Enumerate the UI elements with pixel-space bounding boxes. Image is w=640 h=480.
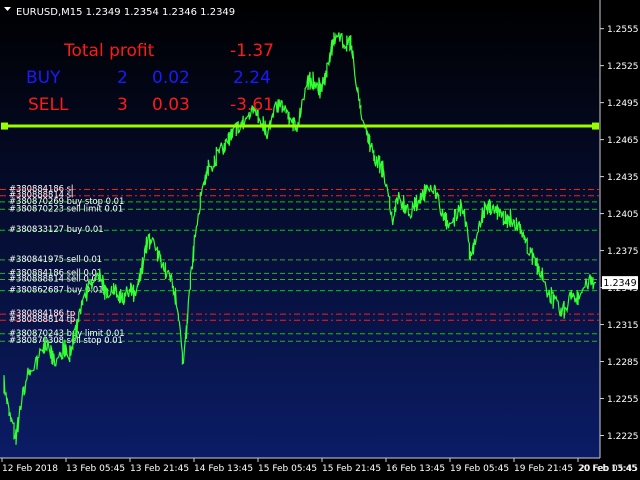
x-tick-label: 13 Feb 21:45 — [130, 464, 189, 474]
order-line-label: #380888814 tp — [9, 314, 75, 324]
order-line-label: #380833127 buy 0.01 — [9, 224, 104, 234]
symbol-title: EURUSD,M15 1.2349 1.2354 1.2346 1.2349 — [16, 7, 235, 18]
buy-lots: 0.02 — [152, 68, 190, 88]
y-tick-label: 1.2555 — [607, 25, 639, 35]
x-tick-label: 16 Feb 13:45 — [386, 464, 445, 474]
order-line-label: #380870223 sell limit 0.01 — [9, 203, 123, 213]
y-tick-label: 1.2525 — [607, 62, 639, 72]
y-tick-label: 1.2315 — [607, 321, 639, 331]
total-profit-value: -1.37 — [230, 41, 274, 61]
order-line-label: #380862687 buy 0.01 — [9, 285, 104, 295]
x-tick-label: 20 Feb 05:45 — [579, 464, 638, 474]
sell-label: SELL — [28, 95, 69, 115]
hline-handle-right[interactable] — [592, 122, 599, 130]
x-tick-label: 15 Feb 21:45 — [322, 464, 381, 474]
y-tick-label: 1.2285 — [607, 358, 639, 368]
x-tick-label: 12 Feb 2018 — [2, 464, 58, 474]
sell-profit: -3.61 — [230, 95, 274, 115]
y-tick-label: 1.2495 — [607, 99, 639, 109]
x-tick-label: 14 Feb 13:45 — [194, 464, 253, 474]
order-line-label: #380841975 sell 0.01 — [9, 254, 102, 264]
y-tick-label: 1.2465 — [607, 136, 639, 146]
x-tick-label: 13 Feb 05:45 — [66, 464, 125, 474]
current-price-marker: 1.2349 — [602, 276, 638, 290]
total-profit-label: Total profit — [63, 41, 155, 61]
buy-profit: 2.24 — [233, 68, 271, 88]
buy-label: BUY — [26, 68, 61, 88]
x-tick-label: 15 Feb 05:45 — [258, 464, 317, 474]
y-tick-label: 1.2225 — [607, 432, 639, 442]
buy-count: 2 — [117, 68, 128, 88]
y-tick-label: 1.2375 — [607, 247, 639, 257]
order-line-label: #380870308 sell stop 0.01 — [9, 335, 123, 345]
x-tick-label: 19 Feb 05:45 — [450, 464, 509, 474]
hline-handle-left[interactable] — [1, 122, 8, 130]
sell-lots: 0.03 — [152, 95, 190, 115]
current-price-label: 1.2349 — [603, 278, 636, 289]
y-tick-label: 1.2435 — [607, 173, 639, 183]
x-tick-label: 19 Feb 21:45 — [514, 464, 573, 474]
price-chart[interactable]: #380884186 sl#380888814 sl#380870269 buy… — [0, 0, 640, 480]
y-tick-label: 1.2405 — [607, 210, 639, 220]
y-tick-label: 1.2255 — [607, 395, 639, 405]
sell-count: 3 — [117, 95, 128, 115]
